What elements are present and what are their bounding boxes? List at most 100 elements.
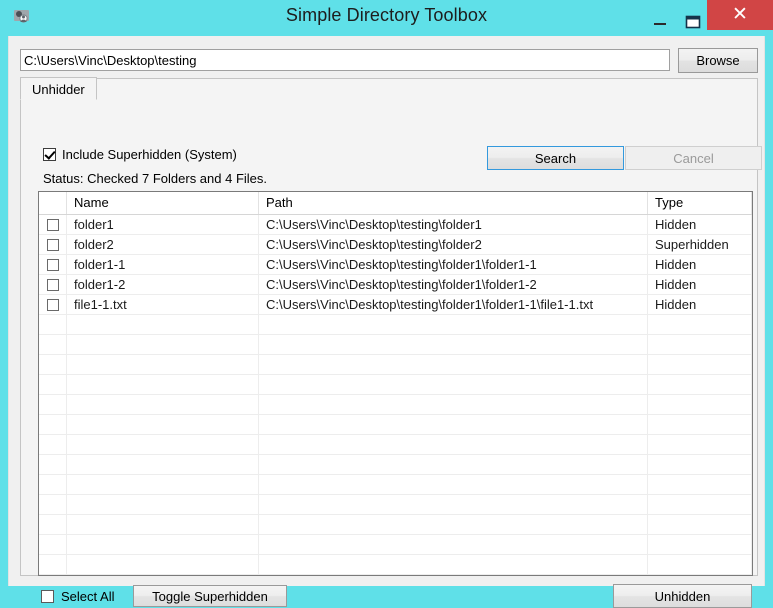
cell-empty [648,315,752,334]
column-header-path[interactable]: Path [259,192,648,214]
cell-empty [39,455,67,474]
toggle-superhidden-button[interactable]: Toggle Superhidden [133,585,287,607]
row-checkbox[interactable] [46,298,59,311]
cell-empty [259,535,648,554]
cell-empty [39,555,67,574]
column-header-select[interactable] [39,192,67,214]
cell-empty [67,355,259,374]
row-checkbox[interactable] [46,258,59,271]
cell-empty [67,335,259,354]
title-bar: Simple Directory Toolbox ✕ [0,0,773,36]
cell-type: Hidden [648,295,752,314]
table-row[interactable]: folder1-1 C:\Users\Vinc\Desktop\testing\f… [39,255,752,275]
include-superhidden-row[interactable]: Include Superhidden (System) [43,147,237,162]
cell-type: Hidden [648,255,752,274]
cell-type: Hidden [648,215,752,234]
row-checkbox[interactable] [46,218,59,231]
cell-empty [259,315,648,334]
table-row-empty [39,335,752,355]
cell-empty [39,415,67,434]
cell-empty [39,495,67,514]
cell-name: folder1-1 [67,255,259,274]
cell-empty [259,335,648,354]
cell-empty [648,355,752,374]
table-row-empty [39,535,752,555]
cell-empty [259,555,648,574]
select-all-checkbox[interactable] [41,590,54,603]
cell-empty [67,515,259,534]
cell-empty [648,555,752,574]
table-row-empty [39,475,752,495]
cell-empty [259,515,648,534]
cell-empty [67,555,259,574]
cell-path: C:\Users\Vinc\Desktop\testing\folder1\fo… [259,275,648,294]
cell-empty [259,355,648,374]
cell-empty [39,315,67,334]
close-button[interactable]: ✕ [707,0,773,30]
table-row-empty [39,515,752,535]
table-row[interactable]: file1-1.txt C:\Users\Vinc\Desktop\testing… [39,295,752,315]
cell-empty [39,395,67,414]
directory-path-input[interactable] [20,49,670,71]
cell-empty [39,355,67,374]
cell-empty [648,435,752,454]
table-row-empty [39,395,752,415]
status-text: Status: Checked 7 Folders and 4 Files. [43,171,268,186]
cell-empty [67,375,259,394]
cell-name: file1-1.txt [67,295,259,314]
cell-empty [67,395,259,414]
column-header-name[interactable]: Name [67,192,259,214]
cell-empty [259,495,648,514]
search-button[interactable]: Search [487,146,624,170]
cell-empty [648,395,752,414]
cell-empty [648,475,752,494]
table-row-empty [39,455,752,475]
cell-type: Superhidden [648,235,752,254]
cell-empty [259,395,648,414]
cell-empty [39,475,67,494]
row-select-cell[interactable] [39,235,67,254]
cell-empty [67,435,259,454]
close-icon: ✕ [732,4,748,25]
cell-empty [67,535,259,554]
cell-type: Hidden [648,275,752,294]
table-row[interactable]: folder1 C:\Users\Vinc\Desktop\testing\fol… [39,215,752,235]
tab-unhidder[interactable]: Unhidder [20,77,97,100]
cell-empty [259,475,648,494]
cell-empty [67,315,259,334]
results-list[interactable]: Name Path Type folder1 C:\Users\Vinc\Desk… [38,191,753,576]
row-select-cell[interactable] [39,255,67,274]
table-row-empty [39,555,752,575]
cell-empty [67,455,259,474]
cell-empty [67,415,259,434]
unhidden-button[interactable]: Unhidden [613,584,752,608]
cell-empty [648,415,752,434]
cell-name: folder1-2 [67,275,259,294]
table-row[interactable]: folder1-2 C:\Users\Vinc\Desktop\testing\f… [39,275,752,295]
cell-empty [259,415,648,434]
cell-empty [648,455,752,474]
row-select-cell[interactable] [39,215,67,234]
cell-empty [67,495,259,514]
browse-button[interactable]: Browse [678,48,758,73]
include-superhidden-label: Include Superhidden (System) [62,147,237,162]
row-checkbox[interactable] [46,278,59,291]
table-row-empty [39,355,752,375]
cell-empty [648,335,752,354]
include-superhidden-checkbox[interactable] [43,148,56,161]
cell-path: C:\Users\Vinc\Desktop\testing\folder1 [259,215,648,234]
cell-empty [39,435,67,454]
row-select-cell[interactable] [39,295,67,314]
cell-empty [39,335,67,354]
row-checkbox[interactable] [46,238,59,251]
cell-empty [259,435,648,454]
row-select-cell[interactable] [39,275,67,294]
column-header-type[interactable]: Type [648,192,752,214]
table-row-empty [39,375,752,395]
cell-empty [648,515,752,534]
table-row[interactable]: folder2 C:\Users\Vinc\Desktop\testing\fol… [39,235,752,255]
cell-empty [648,495,752,514]
cell-name: folder2 [67,235,259,254]
list-header: Name Path Type [39,192,752,215]
list-body: folder1 C:\Users\Vinc\Desktop\testing\fol… [39,215,752,575]
